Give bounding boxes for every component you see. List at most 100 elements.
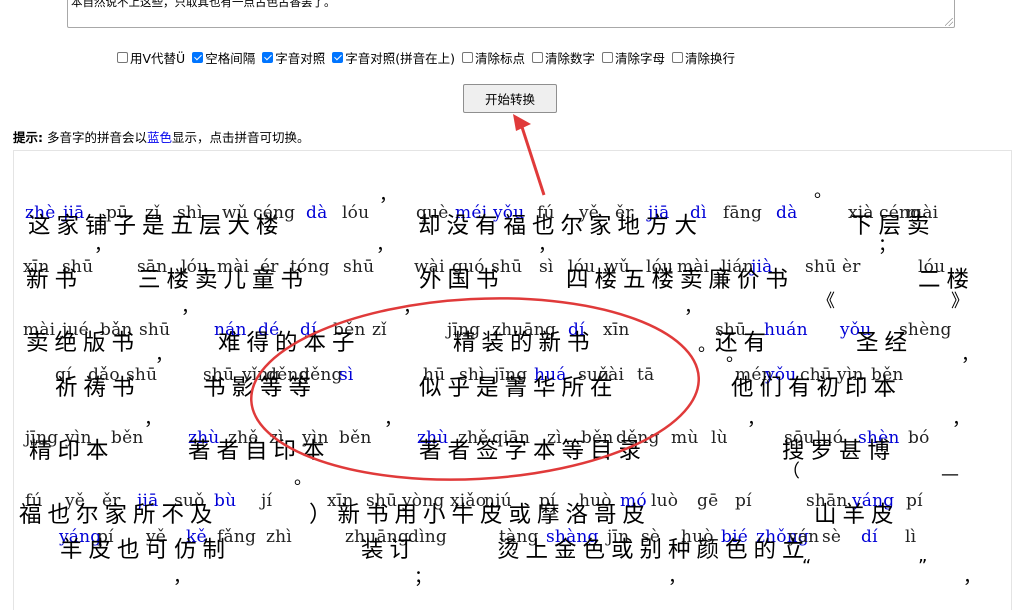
pinyin-syllable: běn: [339, 428, 372, 448]
option-2[interactable]: 字音对照: [262, 48, 325, 67]
hanzi-group: 难得的本子: [218, 330, 361, 356]
hanzi-group: 著者自印本: [188, 438, 331, 464]
polyphone-pinyin[interactable]: dí: [861, 527, 878, 547]
hanzi-group: 四楼五楼卖廉价书: [566, 267, 795, 293]
option-checkbox[interactable]: [532, 51, 544, 63]
hanzi-group: 圣经: [856, 330, 914, 356]
option-checkbox[interactable]: [332, 51, 344, 63]
hint-before: 多音字的拼音会以: [46, 130, 147, 145]
option-5[interactable]: 清除数字: [532, 48, 595, 67]
hint-blue-word: 蓝色: [147, 130, 173, 145]
hanzi-group: 三楼卖儿童书: [138, 267, 310, 293]
polyphone-pinyin[interactable]: dà: [306, 203, 327, 223]
punctuation-mark: ”: [918, 556, 928, 577]
punctuation-mark: ，: [94, 235, 112, 256]
pinyin-syllable: lóu: [342, 203, 370, 223]
option-label: 清除字母: [615, 50, 666, 66]
option-7[interactable]: 清除换行: [672, 48, 735, 67]
option-checkbox[interactable]: [672, 51, 684, 63]
option-checkbox[interactable]: [602, 51, 614, 63]
hanzi-group: 著者签字本等目录: [419, 438, 648, 464]
option-label: 清除换行: [685, 50, 736, 66]
hanzi-group: 烫上金色或别种颜色的立: [497, 537, 811, 563]
option-checkbox[interactable]: [117, 51, 128, 63]
options-row: 用V代替Ü 空格间隔 字音对照 字音对照(拼音在上) 清除标点 清除数字 清除字母 清除换行: [117, 47, 742, 67]
option-0[interactable]: 用V代替Ü: [117, 48, 185, 67]
punctuation-mark: 》: [951, 291, 969, 312]
polyphone-pinyin[interactable]: sì: [339, 365, 354, 385]
pinyin-syllable: shū: [139, 320, 171, 340]
option-3[interactable]: 字音对照(拼音在上): [332, 48, 455, 67]
option-label: 空格间隔: [205, 50, 256, 66]
punctuation-mark: ，: [747, 409, 765, 430]
convert-button[interactable]: 开始转换: [463, 84, 557, 113]
hanzi-group: 福也尔家所不及: [19, 502, 219, 528]
pinyin-syllable: gē: [697, 491, 719, 511]
punctuation-mark: “: [802, 556, 812, 577]
punctuation-mark: ，: [963, 567, 981, 588]
punctuation-mark: —: [941, 464, 959, 485]
punctuation-mark: ，: [376, 235, 394, 256]
hanzi-group: 书影等等: [203, 375, 318, 401]
pinyin-syllable: pí: [735, 491, 752, 511]
pinyin-syllable: zhì: [266, 527, 292, 547]
hanzi-group: 卖绝版书: [26, 330, 141, 356]
pinyin-syllable: sì: [539, 257, 554, 277]
punctuation-mark: ，: [684, 297, 702, 318]
option-label: 字音对照(拼音在上): [345, 50, 455, 66]
hanzi-group: 似乎是菁华所在: [419, 375, 619, 401]
punctuation-mark: 。: [726, 345, 744, 366]
option-6[interactable]: 清除字母: [602, 48, 665, 67]
option-label: 清除标点: [475, 50, 526, 66]
annotation-arrowhead: [513, 114, 531, 131]
hint-after: 显示，点击拼音可切换。: [172, 130, 310, 145]
pinyin-syllable: lù: [711, 428, 728, 448]
option-checkbox[interactable]: [462, 51, 473, 63]
pinyin-syllable: shū: [343, 257, 375, 277]
pinyin-syllable: zǐ: [372, 320, 387, 340]
pinyin-syllable: sè: [822, 527, 842, 547]
hanzi-group: 外国书: [419, 267, 505, 293]
option-label: 字音对照: [275, 50, 326, 66]
hanzi-group: 却没有福也尔家地方大: [418, 213, 704, 239]
pinyin-syllable: tā: [637, 365, 655, 385]
pinyin-syllable: mù: [671, 428, 699, 448]
punctuation-mark: ，: [384, 409, 402, 430]
output-panel: zhè jiā pū zǐ shì wǔ céng dà lóu què méi yǒu fú yě ěr j…: [13, 150, 1012, 610]
pinyin-syllable: lì: [905, 527, 917, 547]
pinyin-syllable: shū: [805, 257, 837, 277]
pinyin-syllable: fāng: [723, 203, 763, 223]
punctuation-mark: 。: [698, 335, 716, 356]
punctuation-mark: ，: [155, 345, 173, 366]
option-checkbox[interactable]: [262, 51, 274, 63]
pinyin-syllable: xīn: [603, 320, 630, 340]
punctuation-mark: 。: [814, 181, 832, 202]
punctuation-mark: ；: [878, 235, 896, 256]
punctuation-mark: ，: [379, 185, 397, 206]
hanzi-group: ）新书用小牛皮或摩洛哥皮: [309, 502, 652, 528]
pinyin-syllable: pí: [906, 491, 923, 511]
source-text: 本自然说不上这些，只取其也有一点古色古香罢了。: [71, 0, 336, 9]
polyphone-pinyin[interactable]: dà: [776, 203, 797, 223]
resize-handle[interactable]: [945, 18, 953, 26]
pinyin-syllable: jí: [261, 491, 273, 511]
option-label: 清除数字: [545, 50, 596, 66]
punctuation-mark: ，: [961, 345, 979, 366]
hanzi-group: 精装的新书: [453, 330, 596, 356]
option-1[interactable]: 空格间隔: [192, 48, 255, 67]
hanzi-group: 新书: [26, 267, 84, 293]
punctuation-mark: ，: [952, 409, 970, 430]
punctuation-mark: 。: [294, 468, 312, 489]
hanzi-group: 精印本: [29, 438, 115, 464]
pinyin-syllable: luò: [651, 491, 679, 511]
hanzi-group: 羊皮也可仿制: [60, 537, 232, 563]
punctuation-mark: （: [782, 461, 800, 482]
option-4[interactable]: 清除标点: [462, 48, 525, 67]
hanzi-group: 这家铺子是五层大楼: [28, 213, 285, 239]
punctuation-mark: ，: [668, 567, 686, 588]
option-checkbox[interactable]: [192, 51, 204, 63]
source-textarea[interactable]: 本自然说不上这些，只取其也有一点古色古香罢了。: [67, 0, 955, 28]
hanzi-group: 他们有初印本: [731, 375, 903, 401]
pinyin-syllable: bó: [908, 428, 930, 448]
punctuation-mark: ；: [414, 567, 432, 588]
